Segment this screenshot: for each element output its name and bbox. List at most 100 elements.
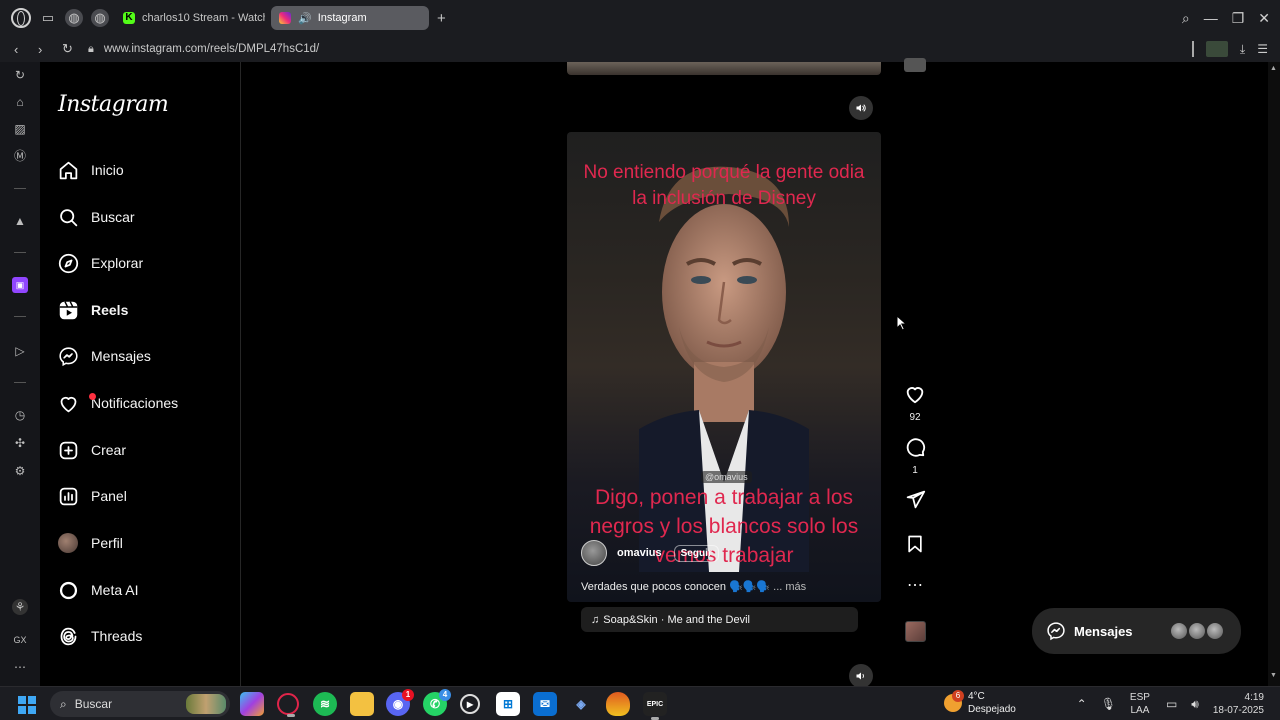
- nav-mensajes[interactable]: Mensajes: [57, 342, 151, 370]
- reload-button[interactable]: ↻: [62, 41, 73, 57]
- extension-thumbnail[interactable]: [1205, 41, 1228, 57]
- settings-gear-icon[interactable]: ⚙: [12, 463, 28, 479]
- network-icon[interactable]: ▭: [1166, 697, 1177, 711]
- workspace-2-icon[interactable]: ◍: [91, 9, 109, 27]
- close-button[interactable]: ✕: [1258, 10, 1270, 27]
- weather-widget[interactable]: 6 4°C Despejado: [944, 690, 1016, 716]
- windows-taskbar: ⌕ Buscar ≋ ◉ 1 ✆ 4 ▸ ⊞ ✉ ◈ EPIC 6 4°C Desp…: [0, 686, 1280, 720]
- speaker-icon: [856, 672, 864, 680]
- browser-tab-bar: ▭ ◍ ◍ K charlos10 Stream - Watch 🔊 Insta…: [0, 0, 1280, 36]
- date: 18-07-2025: [1212, 705, 1264, 716]
- previous-reel-audio-thumb[interactable]: [904, 58, 926, 72]
- search-tabs-icon[interactable]: ⌕: [1182, 10, 1190, 27]
- copilot-icon[interactable]: [240, 692, 264, 716]
- like-action[interactable]: 92: [900, 383, 930, 423]
- mail-icon[interactable]: ✉: [533, 692, 557, 716]
- windows-start-icon[interactable]: [18, 696, 36, 714]
- nav-perfil[interactable]: Perfil: [57, 529, 123, 557]
- language-indicator[interactable]: ESP LAA: [1130, 691, 1150, 717]
- wallet-icon[interactable]: ▨: [12, 121, 28, 137]
- nav-buscar[interactable]: Buscar: [57, 203, 135, 231]
- opera-logo-icon[interactable]: [11, 8, 31, 28]
- nav-notificaciones[interactable]: Notificaciones: [57, 389, 178, 417]
- discord-icon[interactable]: ◉ 1: [386, 689, 414, 716]
- nav-meta-ai[interactable]: Meta AI: [57, 576, 138, 604]
- system-tray: ⌃ 🎙︎ ESP LAA ▭ 🔊︎ 4:19 18-07-2025: [1077, 687, 1280, 720]
- comment-action[interactable]: 1: [900, 436, 930, 476]
- visual-studio-icon[interactable]: ◈: [569, 692, 593, 716]
- gx-control-icon[interactable]: ⚘: [12, 599, 28, 615]
- next-reel-mute-button[interactable]: [849, 664, 873, 688]
- taskbar-search[interactable]: ⌕ Buscar: [50, 691, 230, 717]
- gx-icon[interactable]: GX: [12, 632, 28, 648]
- follow-button[interactable]: Seguir: [673, 544, 719, 562]
- opera-gx-icon[interactable]: [277, 693, 299, 717]
- instagram-logo[interactable]: Instagram: [58, 92, 169, 117]
- more-options-icon[interactable]: ⋯: [900, 578, 930, 594]
- nav-panel[interactable]: Panel: [57, 482, 127, 510]
- extensions-icon[interactable]: ✣: [12, 435, 28, 451]
- reel-video[interactable]: No entiendo porqué la gente odia la incl…: [567, 132, 881, 602]
- shopping-icon[interactable]: ⌂: [12, 94, 28, 110]
- more-link[interactable]: ... más: [773, 581, 806, 593]
- nav-threads[interactable]: Threads: [57, 622, 142, 650]
- spotify-icon[interactable]: ≋: [313, 692, 337, 716]
- audio-thumbnail[interactable]: [905, 621, 926, 642]
- tab-islands-icon[interactable]: ▭: [39, 9, 57, 27]
- microsoft-store-icon[interactable]: ⊞: [496, 692, 520, 716]
- history-icon[interactable]: ◷: [12, 407, 28, 423]
- player-icon[interactable]: ▷: [12, 343, 28, 359]
- separator: [14, 382, 26, 383]
- audio-track-pill[interactable]: ♫ Soap&Skin · Me and the Devil: [581, 607, 858, 632]
- whatsapp-icon[interactable]: ✆ 4: [423, 689, 451, 716]
- tab-kick-stream[interactable]: K charlos10 Stream - Watch: [115, 6, 265, 30]
- nav-crear[interactable]: Crear: [57, 436, 126, 464]
- nav-inicio[interactable]: Inicio: [57, 156, 124, 184]
- tab-instagram[interactable]: 🔊 Instagram: [271, 6, 429, 30]
- share-action[interactable]: [900, 489, 930, 515]
- plus-square-icon: [57, 439, 79, 461]
- shield-app-icon[interactable]: [606, 692, 630, 716]
- scroll-up-arrow-icon[interactable]: ▲: [1270, 65, 1277, 72]
- file-explorer-icon[interactable]: [350, 692, 374, 716]
- aria-icon[interactable]: ↻: [12, 67, 28, 83]
- twitch-icon[interactable]: ▣: [12, 277, 28, 293]
- previous-reel-preview[interactable]: [567, 62, 881, 75]
- weather-moon-icon: 6: [944, 690, 964, 712]
- volume-icon[interactable]: 🔊︎: [1191, 697, 1199, 712]
- minimize-button[interactable]: —: [1204, 10, 1218, 26]
- more-icon[interactable]: ⋯: [12, 659, 28, 675]
- opera-sidebar: ↻ ⌂ ▨ Ⓜ ▲ ▣ ▷ ◷ ✣ ⚙ ⚘ GX ⋯: [0, 62, 40, 686]
- page-scrollbar[interactable]: ▲ ▼: [1268, 62, 1280, 686]
- microphone-icon[interactable]: 🎙︎: [1101, 697, 1116, 711]
- save-action[interactable]: [900, 534, 930, 559]
- download-icon[interactable]: ⤓: [1240, 42, 1245, 57]
- clock[interactable]: 4:19 18-07-2025: [1213, 691, 1264, 717]
- nav-explorar[interactable]: Explorar: [57, 249, 143, 277]
- gx-corner-icon[interactable]: ▲: [12, 213, 28, 229]
- scroll-down-arrow-icon[interactable]: ▼: [1270, 672, 1277, 679]
- forward-button[interactable]: ›: [38, 42, 48, 57]
- epic-games-icon[interactable]: EPIC: [643, 692, 667, 720]
- reel-description: Verdades que pocos conocen 🗣️🗣️🗣️ ... má…: [581, 580, 806, 593]
- back-button[interactable]: ‹: [14, 42, 24, 57]
- workspace-icon[interactable]: ◍: [65, 9, 83, 27]
- author-username[interactable]: omavius: [617, 547, 662, 559]
- messages-label: Mensajes: [1074, 623, 1133, 639]
- instagram-sidebar: Instagram Inicio Buscar Explorar Reels M…: [40, 62, 241, 686]
- nav-reels[interactable]: Reels: [57, 296, 128, 324]
- chevron-up-icon[interactable]: ⌃: [1077, 697, 1087, 711]
- overlay-caption-top: No entiendo porqué la gente odia la incl…: [583, 162, 865, 209]
- mail-icon[interactable]: Ⓜ: [12, 148, 28, 164]
- menu-icon[interactable]: ☰: [1257, 42, 1268, 56]
- new-tab-button[interactable]: +: [437, 10, 446, 27]
- author-avatar[interactable]: [581, 540, 607, 566]
- media-player-icon[interactable]: ▸: [460, 694, 480, 714]
- url-field[interactable]: www.instagram.com/reels/DMPL47hsC1d/: [104, 43, 319, 55]
- lock-icon[interactable]: 🔒︎: [88, 43, 94, 56]
- messages-floating-button[interactable]: Mensajes: [1032, 608, 1241, 654]
- divider: [1191, 41, 1194, 57]
- speaker-icon[interactable]: 🔊: [298, 12, 312, 25]
- mute-button[interactable]: [849, 96, 873, 120]
- maximize-button[interactable]: ❐: [1232, 10, 1245, 27]
